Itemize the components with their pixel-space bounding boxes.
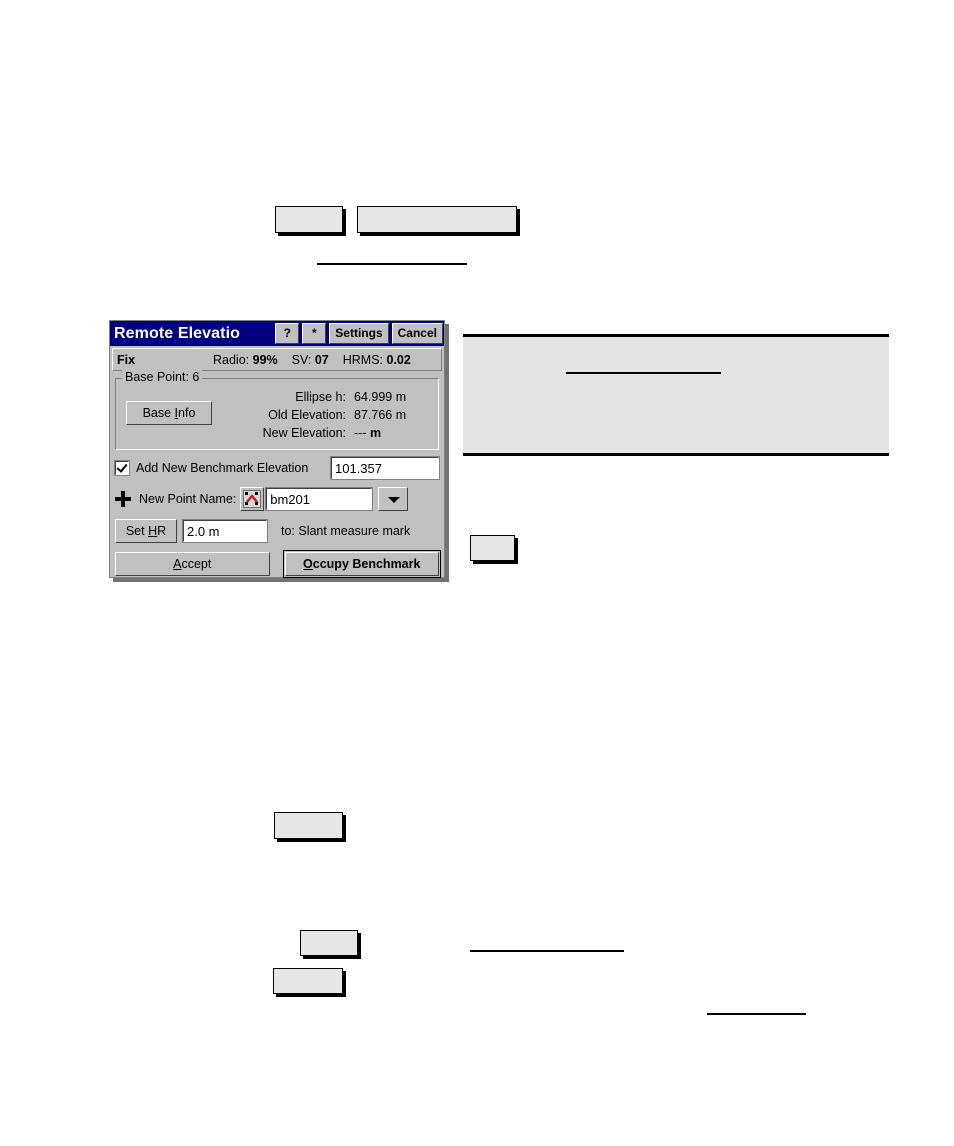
status-hrms-value: 0.02 <box>386 352 411 367</box>
doc-placeholder-box-6 <box>273 968 343 994</box>
doc-rule-3 <box>707 1013 806 1015</box>
accept-label-post: ccept <box>181 557 212 571</box>
base-point-group: Base Point: 6 Base Info Ellipse h: 64.99… <box>115 370 439 450</box>
readout-new-elevation-dashes: --- <box>354 426 367 440</box>
readout-ellipse-h-label: Ellipse h: <box>295 390 346 404</box>
base-point-readouts: Ellipse h: 64.999 m Old Elevation: 87.76… <box>228 388 438 442</box>
readout-old-elevation-value: 87.766 m <box>354 408 407 422</box>
set-hr-button[interactable]: Set HR <box>115 519 177 543</box>
status-radio-label: Radio: <box>213 352 250 367</box>
base-info-label-post: nfo <box>178 406 196 420</box>
status-hrms: HRMS: 0.02 <box>343 353 411 367</box>
doc-placeholder-box-5 <box>300 930 358 956</box>
chevron-down-icon[interactable] <box>378 487 409 511</box>
gps-status-bar: Fix Radio: 99% SV: 07 HRMS: 0.02 <box>112 348 442 371</box>
add-benchmark-checkbox[interactable] <box>114 460 130 476</box>
add-benchmark-row: Add New Benchmark Elevation <box>114 456 440 480</box>
base-info-button[interactable]: Base Info <box>126 401 212 425</box>
dialog-action-buttons: Accept Occupy Benchmark <box>115 550 441 578</box>
readout-ellipse-h: Ellipse h: 64.999 m <box>228 388 438 406</box>
benchmark-elevation-input[interactable] <box>330 456 440 480</box>
readout-old-elevation: Old Elevation: 87.766 m <box>228 406 438 424</box>
cancel-button[interactable]: Cancel <box>391 323 443 344</box>
set-hr-label-post: R <box>157 524 167 538</box>
status-hrms-label: HRMS: <box>342 352 384 367</box>
doc-rule-2 <box>470 950 624 952</box>
doc-rule-1 <box>317 263 467 265</box>
new-point-name-input[interactable] <box>265 487 374 511</box>
status-radio-value: 99% <box>252 352 278 367</box>
hr-measure-note: to: Slant measure mark <box>281 524 411 538</box>
add-benchmark-label: Add New Benchmark Elevation <box>136 461 309 475</box>
status-sv-value: 07 <box>314 352 329 367</box>
plus-icon <box>115 491 131 507</box>
asterisk-button[interactable]: * <box>302 323 327 344</box>
dialog-titlebar: Remote Elevatio ? * Settings Cancel <box>110 321 444 346</box>
occupy-mnemonic: O <box>303 557 313 571</box>
readout-new-elevation: New Elevation: --- m <box>228 424 438 442</box>
occupy-benchmark-button[interactable]: Occupy Benchmark <box>282 550 441 578</box>
readout-old-elevation-label: Old Elevation: <box>268 408 346 422</box>
status-radio: Radio: 99% <box>213 353 278 367</box>
hr-value-input[interactable] <box>182 519 268 543</box>
remote-elevation-dialog: Remote Elevatio ? * Settings Cancel Fix … <box>109 320 445 578</box>
readout-new-elevation-unit: m <box>369 426 382 440</box>
status-fix-badge: Fix <box>117 352 136 367</box>
new-point-name-label: New Point Name: <box>139 492 237 506</box>
new-point-name-row: New Point Name: <box>115 487 439 511</box>
readout-ellipse-h-value: 64.999 m <box>354 390 407 404</box>
accept-button[interactable]: Accept <box>115 552 270 576</box>
base-info-label-pre: Base <box>142 406 175 420</box>
doc-callout-inner-rule <box>566 372 721 374</box>
set-hr-mnemonic: H <box>148 524 158 538</box>
readout-new-elevation-label: New Elevation: <box>262 426 346 440</box>
map-point-pick-icon[interactable] <box>240 487 265 511</box>
help-button[interactable]: ? <box>275 323 300 344</box>
base-point-legend: Base Point: 6 <box>122 370 203 384</box>
doc-placeholder-box-3 <box>470 535 515 561</box>
doc-placeholder-box-2 <box>357 206 517 233</box>
hr-row: Set HR to: Slant measure mark <box>115 519 439 543</box>
status-sv-label: SV: <box>291 352 312 367</box>
doc-callout-panel <box>463 334 889 456</box>
set-hr-label-pre: Set <box>125 524 149 538</box>
doc-placeholder-box-1 <box>275 206 343 233</box>
settings-button[interactable]: Settings <box>329 323 389 344</box>
dialog-title: Remote Elevatio <box>114 324 240 342</box>
readout-new-elevation-value: --- m <box>354 424 381 442</box>
occupy-label-post: ccupy Benchmark <box>312 557 421 571</box>
status-sv: SV: 07 <box>292 353 329 367</box>
doc-placeholder-box-4 <box>274 812 343 839</box>
